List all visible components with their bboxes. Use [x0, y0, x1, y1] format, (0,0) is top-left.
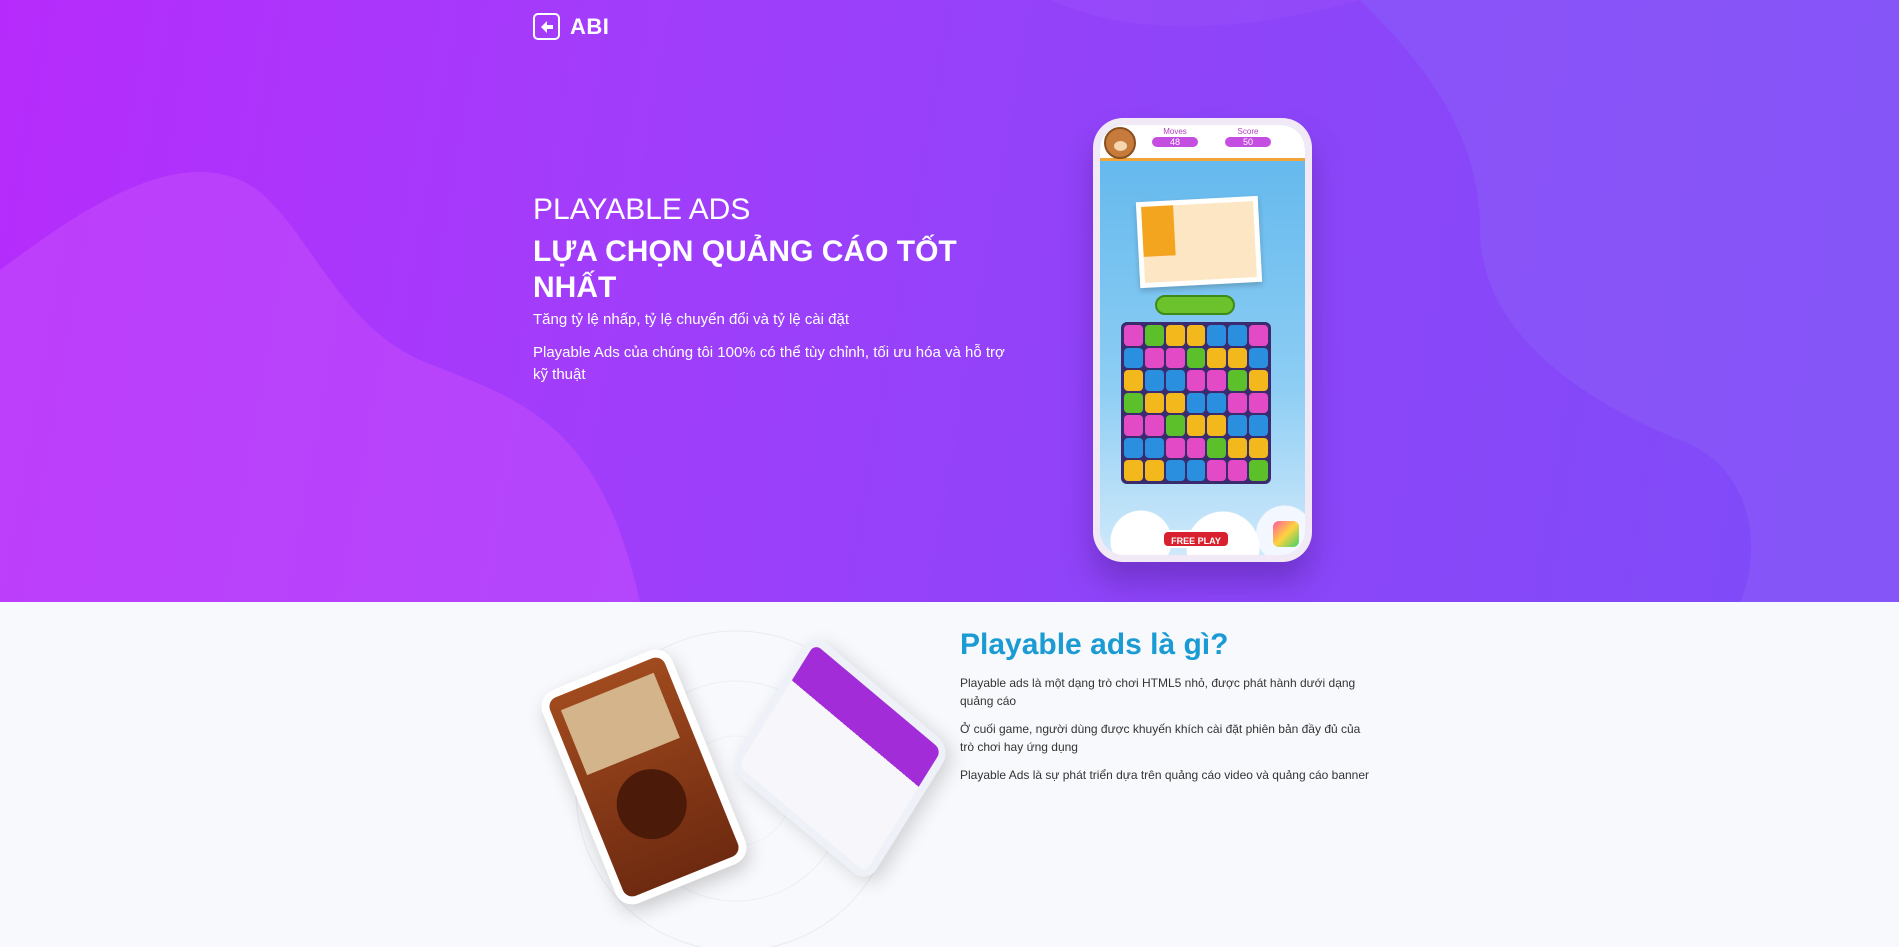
game-tile[interactable] [1228, 460, 1248, 481]
game-tile[interactable] [1207, 347, 1227, 369]
free-play-button[interactable]: FREE PLAY [1162, 530, 1230, 548]
hero-title: PLAYABLE ADS [533, 193, 751, 226]
about-title: Playable ads là gì? [960, 628, 1229, 661]
game-tile[interactable] [1165, 325, 1185, 346]
about-section [0, 602, 1899, 947]
game-tile[interactable] [1124, 392, 1143, 414]
game-tile[interactable] [1186, 392, 1206, 414]
about-paragraph-2: Ở cuối game, người dùng được khuyến khíc… [960, 722, 1361, 754]
progress-bar [1155, 295, 1235, 315]
score-label: Score [1237, 127, 1259, 136]
game-tile[interactable] [1186, 325, 1206, 346]
game-tile[interactable] [1249, 460, 1268, 481]
game-tile[interactable] [1207, 437, 1227, 459]
game-tile[interactable] [1124, 347, 1143, 369]
game-tile[interactable] [1144, 370, 1164, 391]
about-paragraph-3: Playable Ads là sự phát triển dựa trên q… [960, 768, 1370, 782]
game-tile[interactable] [1249, 325, 1268, 346]
game-tile[interactable] [1124, 437, 1143, 459]
game-tile[interactable] [1228, 437, 1248, 459]
game-tile[interactable] [1144, 347, 1164, 369]
game-tile[interactable] [1249, 437, 1268, 459]
game-tile[interactable] [1228, 392, 1248, 414]
game-tile[interactable] [1249, 370, 1268, 391]
game-tile[interactable] [1165, 415, 1185, 436]
game-tile[interactable] [1228, 415, 1248, 436]
abi-logo-icon [533, 13, 560, 40]
game-tile[interactable] [1228, 347, 1248, 369]
game-tile[interactable] [1249, 415, 1268, 436]
brand-logo[interactable]: ABI [533, 13, 609, 40]
hero-description: Playable Ads của chúng tôi 100% có thể t… [533, 344, 1005, 383]
game-tile[interactable] [1186, 347, 1206, 369]
game-tile[interactable] [1165, 392, 1185, 414]
hero-copy: PLAYABLE ADS LỰA CHỌN QUẢNG CÁO TỐT NHẤT… [533, 192, 1013, 386]
score-counter: Score 50 [1225, 127, 1271, 147]
game-tile[interactable] [1165, 437, 1185, 459]
hero-tagline: Tăng tỷ lệ nhấp, tỷ lệ chuyển đổi và tỷ … [533, 311, 850, 328]
game-app-icon[interactable] [1273, 521, 1299, 547]
puzzle-photo [1135, 195, 1263, 289]
game-tile[interactable] [1228, 370, 1248, 391]
about-copy: Playable ads là gì? Playable ads là một … [960, 626, 1370, 784]
hero-subtitle: LỰA CHỌN QUẢNG CÁO TỐT NHẤT [533, 235, 957, 304]
game-tile[interactable] [1186, 460, 1206, 481]
game-tile[interactable] [1165, 347, 1185, 369]
game-tile[interactable] [1207, 325, 1227, 346]
game-tile[interactable] [1124, 370, 1143, 391]
game-tile[interactable] [1144, 437, 1164, 459]
match3-board[interactable] [1121, 322, 1271, 484]
game-tile[interactable] [1144, 325, 1164, 346]
game-tile[interactable] [1207, 460, 1227, 481]
hero-section: ABI PLAYABLE ADS LỰA CHỌN QUẢNG CÁO TỐT … [0, 0, 1899, 602]
game-screen: Moves 48 Score 50 FREE PLAY [1100, 125, 1305, 555]
game-tile[interactable] [1249, 392, 1268, 414]
game-tile[interactable] [1124, 325, 1143, 346]
game-header: Moves 48 Score 50 [1100, 125, 1305, 161]
game-tile[interactable] [1186, 415, 1206, 436]
game-tile[interactable] [1144, 392, 1164, 414]
game-tile[interactable] [1144, 415, 1164, 436]
game-tile[interactable] [1186, 437, 1206, 459]
score-value: 50 [1225, 137, 1271, 147]
game-tile[interactable] [1207, 415, 1227, 436]
game-tile[interactable] [1165, 370, 1185, 391]
bear-avatar-icon [1104, 127, 1136, 159]
game-tile[interactable] [1207, 392, 1227, 414]
moves-label: Moves [1163, 127, 1187, 136]
game-tile[interactable] [1228, 325, 1248, 346]
moves-value: 48 [1152, 137, 1198, 147]
game-tile[interactable] [1124, 460, 1143, 481]
about-paragraph-1: Playable ads là một dạng trò chơi HTML5 … [960, 676, 1356, 708]
game-tile[interactable] [1249, 347, 1268, 369]
game-tile[interactable] [1124, 415, 1143, 436]
game-tile[interactable] [1186, 370, 1206, 391]
game-preview-phone: Moves 48 Score 50 FREE PLAY [1093, 118, 1312, 562]
game-tile[interactable] [1207, 370, 1227, 391]
game-tile[interactable] [1144, 460, 1164, 481]
brand-name: ABI [570, 13, 610, 39]
moves-counter: Moves 48 [1152, 127, 1198, 147]
game-tile[interactable] [1165, 460, 1185, 481]
